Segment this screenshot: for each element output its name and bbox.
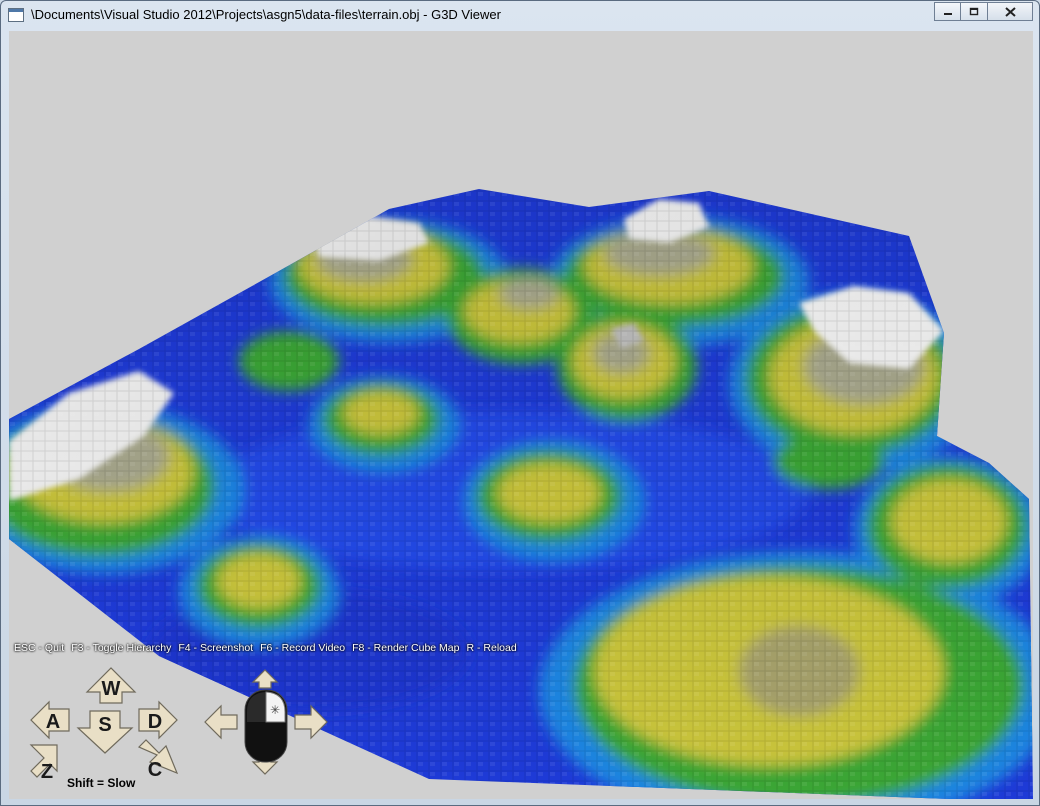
terrain-mesh[interactable] — [9, 31, 1033, 799]
key-d-label: D — [148, 711, 162, 733]
key-s-label: S — [98, 714, 111, 736]
close-icon — [1004, 6, 1016, 17]
maximize-button[interactable] — [961, 2, 988, 21]
mouse-icon: ✳ — [244, 689, 288, 763]
g3d-viewer-window: \Documents\Visual Studio 2012\Projects\a… — [0, 0, 1040, 806]
window-controls — [934, 2, 1033, 21]
close-button[interactable] — [988, 2, 1033, 21]
title-bar[interactable]: \Documents\Visual Studio 2012\Projects\a… — [1, 1, 1039, 31]
help-item-quit: ESC - Quit — [14, 642, 65, 654]
help-item-screenshot: F4 - Screenshot — [178, 642, 254, 654]
app-icon[interactable] — [8, 8, 24, 22]
help-item-toggle-hierarchy: F3 - Toggle Hierarchy — [71, 642, 172, 654]
keyboard-help-bar: ESC - Quit F3 - Toggle Hierarchy F4 - Sc… — [14, 642, 517, 654]
window-title: \Documents\Visual Studio 2012\Projects\a… — [31, 7, 501, 22]
help-item-render-cube-map: F8 - Render Cube Map — [352, 642, 460, 654]
help-item-record-video: F6 - Record Video — [260, 642, 346, 654]
minimize-icon — [943, 12, 952, 15]
3d-viewport[interactable]: ESC - Quit F3 - Toggle Hierarchy F4 - Sc… — [9, 31, 1033, 799]
maximize-icon — [969, 7, 979, 16]
key-c-label: C — [148, 759, 162, 781]
key-a-label: A — [46, 711, 60, 733]
shift-slow-hint: Shift = Slow — [67, 776, 136, 790]
svg-text:✳: ✳ — [270, 703, 280, 717]
minimize-button[interactable] — [934, 2, 961, 21]
key-w-label: W — [102, 678, 121, 700]
key-z-label: Z — [41, 761, 53, 783]
mouse-controls-diagram: ✳ — [204, 669, 328, 775]
help-item-reload: R - Reload — [466, 642, 517, 654]
